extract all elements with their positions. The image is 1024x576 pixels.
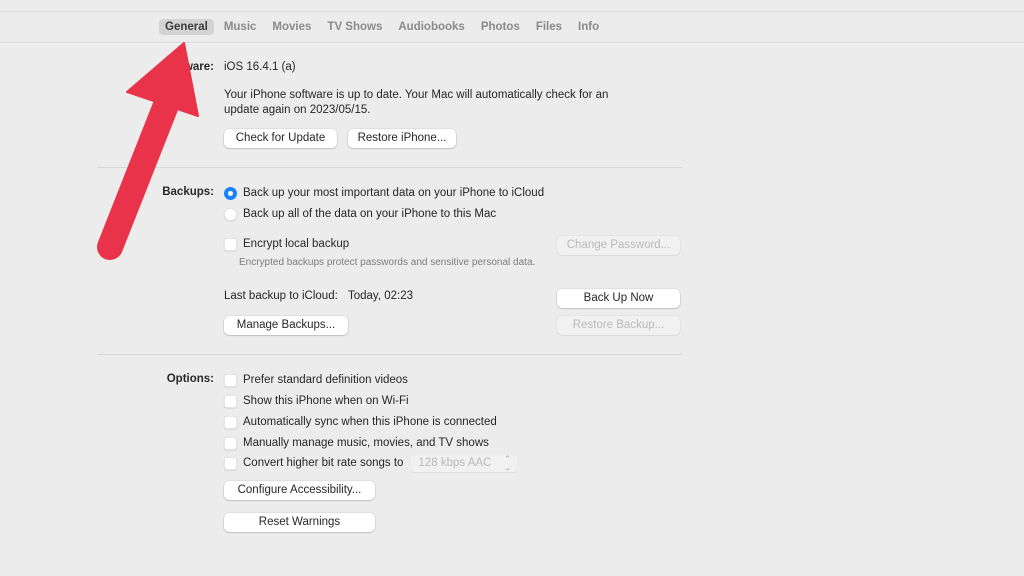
tab-bar-divider-highlight	[0, 43, 1024, 44]
restore-backup-button[interactable]: Restore Backup...	[557, 316, 680, 335]
backup-mac-label: Back up all of the data on your iPhone t…	[243, 208, 497, 220]
option-label: Automatically sync when this iPhone is c…	[243, 416, 497, 428]
tab-files[interactable]: Files	[530, 19, 568, 35]
annotation-arrow	[97, 42, 199, 260]
options-label: Options:	[166, 373, 214, 385]
last-backup-value: Today, 02:23	[348, 290, 414, 302]
tab-audiobooks[interactable]: Audiobooks	[392, 19, 470, 35]
checkbox-icon[interactable]	[224, 436, 237, 450]
change-password-button[interactable]: Change Password...	[557, 236, 680, 255]
software-status-line2: update again on 2023/05/15.	[224, 104, 371, 116]
window-top-border	[0, 11, 1024, 12]
checkbox-icon[interactable]	[224, 456, 237, 470]
encrypt-checkbox[interactable]	[224, 237, 237, 251]
option-convert-bitrate[interactable]: Convert higher bit rate songs to 128 kbp…	[224, 454, 518, 473]
reset-warnings-button[interactable]: Reset Warnings	[224, 513, 375, 532]
option-sd-videos[interactable]: Prefer standard definition videos	[224, 372, 408, 388]
software-status-line1: Your iPhone software is up to date. Your…	[224, 89, 609, 101]
radio-unselected-icon[interactable]	[224, 207, 237, 221]
restore-iphone-button[interactable]: Restore iPhone...	[348, 129, 456, 148]
option-auto-sync[interactable]: Automatically sync when this iPhone is c…	[224, 414, 497, 430]
last-backup-label: Last backup to iCloud:	[224, 290, 338, 302]
option-manual-manage[interactable]: Manually manage music, movies, and TV sh…	[224, 435, 489, 451]
configure-accessibility-button[interactable]: Configure Accessibility...	[224, 481, 375, 500]
option-label: Manually manage music, movies, and TV sh…	[243, 437, 489, 449]
tab-photos[interactable]: Photos	[475, 19, 526, 35]
radio-selected-icon[interactable]	[224, 186, 237, 200]
arrow-shaft	[97, 82, 183, 260]
software-version: iOS 16.4.1 (a)	[224, 61, 296, 73]
section-divider	[97, 167, 682, 168]
tab-music[interactable]: Music	[218, 19, 263, 35]
back-up-now-button[interactable]: Back Up Now	[557, 289, 680, 308]
bitrate-select[interactable]: 128 kbps AAC ⌃ ⌃	[411, 454, 518, 473]
option-show-on-wifi[interactable]: Show this iPhone when on Wi-Fi	[224, 393, 409, 409]
software-label: Software:	[161, 61, 214, 73]
check-for-update-button[interactable]: Check for Update	[224, 129, 337, 148]
backup-icloud-option[interactable]: Back up your most important data on your…	[224, 185, 544, 201]
tab-general[interactable]: General	[159, 19, 214, 35]
encrypt-backup-option[interactable]: Encrypt local backup	[224, 236, 349, 252]
manage-backups-button[interactable]: Manage Backups...	[224, 316, 348, 335]
checkbox-icon[interactable]	[224, 415, 237, 429]
chevron-updown-icon: ⌃ ⌃	[503, 454, 512, 473]
encrypt-label: Encrypt local backup	[243, 238, 350, 250]
checkbox-icon[interactable]	[224, 373, 237, 387]
backup-icloud-label: Back up your most important data on your…	[243, 187, 545, 199]
option-label: Show this iPhone when on Wi-Fi	[243, 395, 409, 407]
backups-label: Backups:	[162, 186, 214, 198]
tab-bar: General Music Movies TV Shows Audiobooks…	[159, 19, 609, 35]
tab-movies[interactable]: Movies	[266, 19, 317, 35]
checkbox-icon[interactable]	[224, 394, 237, 408]
section-divider	[97, 354, 682, 355]
arrow-head	[126, 42, 199, 117]
option-label: Prefer standard definition videos	[243, 374, 408, 386]
tab-info[interactable]: Info	[572, 19, 605, 35]
tab-tv-shows[interactable]: TV Shows	[321, 19, 388, 35]
bitrate-select-value: 128 kbps AAC	[418, 457, 492, 469]
backup-mac-option[interactable]: Back up all of the data on your iPhone t…	[224, 206, 496, 222]
option-label: Convert higher bit rate songs to	[243, 457, 404, 469]
encrypt-note: Encrypted backups protect passwords and …	[239, 257, 536, 268]
